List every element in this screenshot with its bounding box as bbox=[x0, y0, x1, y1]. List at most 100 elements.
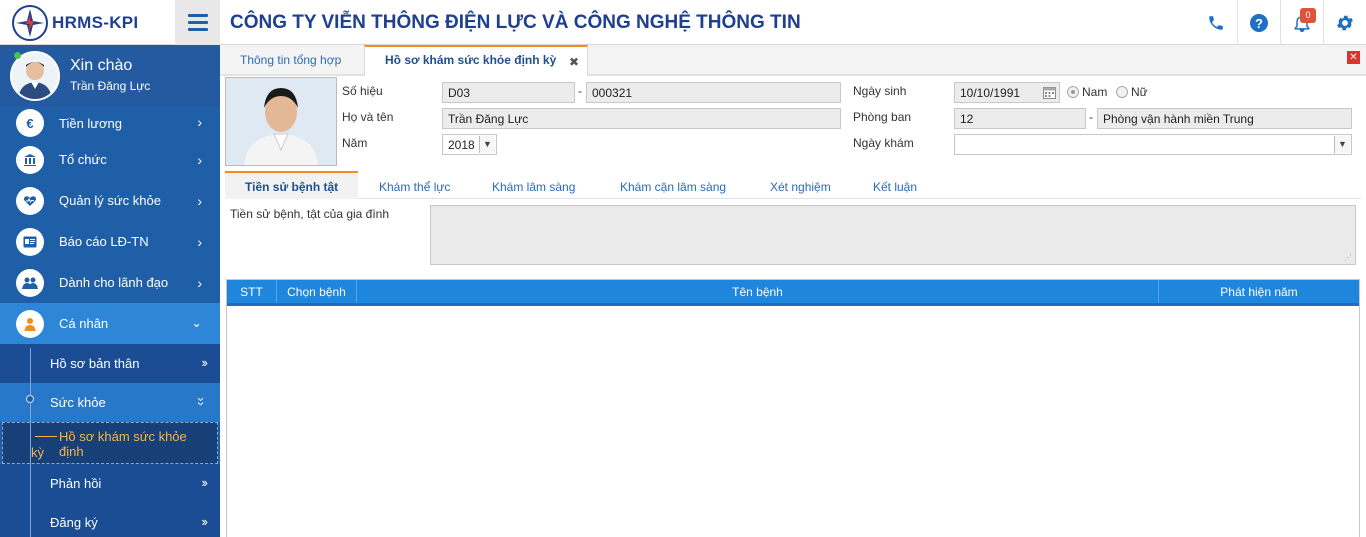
top-bar: HRMS-KPI CÔNG TY VIỄN THÔNG ĐIỆN LỰC VÀ … bbox=[0, 0, 1366, 45]
subtab-medical-history[interactable]: Tiền sử bệnh tật bbox=[225, 171, 359, 199]
sidebar-sub-item-label: Hồ sơ bản thân bbox=[50, 356, 140, 371]
logo[interactable]: HRMS-KPI bbox=[0, 0, 175, 45]
birthdate-value: 10/10/1991 bbox=[960, 86, 1021, 100]
tree-dot bbox=[26, 395, 34, 403]
radio-checked-icon bbox=[1067, 86, 1079, 98]
sidebar-item-label: Quản lý sức khỏe bbox=[59, 193, 161, 208]
disease-table: STT Chọn bệnh Tên bệnh Phát hiện năm bbox=[226, 279, 1360, 537]
subtab-paraclinical-exam[interactable]: Khám cận lâm sàng bbox=[620, 171, 726, 199]
chevron-right-icon: › bbox=[197, 193, 202, 209]
separator: - bbox=[578, 84, 582, 98]
sidebar-item-label: Tiền lương bbox=[59, 115, 122, 131]
so-hieu-prefix-field[interactable]: D03 bbox=[442, 82, 575, 103]
chevron-right-icon: › bbox=[197, 275, 202, 291]
column-header-disease-name[interactable]: Tên bệnh bbox=[357, 280, 1159, 303]
family-history-textarea[interactable]: ⋰ bbox=[430, 205, 1356, 265]
logo-text: HRMS-KPI bbox=[52, 12, 139, 32]
double-chevron-right-icon: ›› bbox=[201, 475, 208, 490]
sidebar-sub-item-profile[interactable]: Hồ sơ bản thân ›› bbox=[0, 344, 220, 383]
resize-grip-icon[interactable]: ⋰ bbox=[1344, 253, 1352, 262]
close-tab-icon[interactable]: ✖ bbox=[569, 55, 579, 69]
tree-line bbox=[30, 348, 31, 537]
sidebar-item-health-management[interactable]: Quản lý sức khỏe › bbox=[0, 180, 220, 221]
chevron-right-icon: › bbox=[197, 152, 202, 168]
bank-icon bbox=[16, 145, 44, 174]
sidebar-sub-item-feedback[interactable]: Phản hồi ›› bbox=[0, 464, 220, 503]
double-chevron-right-icon: ›› bbox=[201, 514, 208, 529]
chevron-down-icon: ▼ bbox=[1334, 136, 1350, 153]
chevron-right-icon: › bbox=[197, 234, 202, 250]
column-header-select[interactable]: Chọn bệnh bbox=[277, 280, 357, 303]
calendar-icon[interactable] bbox=[1043, 86, 1056, 102]
sidebar-item-salary[interactable]: € Tiền lương › bbox=[0, 107, 220, 139]
tree-connector bbox=[35, 436, 57, 437]
sidebar-item-organization[interactable]: Tổ chức › bbox=[0, 139, 220, 180]
radio-unchecked-icon bbox=[1116, 86, 1128, 98]
ngay-sinh-label: Ngày sinh bbox=[853, 84, 907, 98]
sidebar-item-leadership[interactable]: Dành cho lãnh đạo › bbox=[0, 262, 220, 303]
company-title: CÔNG TY VIỄN THÔNG ĐIỆN LỰC VÀ CÔNG NGHỆ… bbox=[230, 12, 801, 33]
sidebar-sub-item-health[interactable]: Sức khỏe ›› bbox=[0, 383, 220, 422]
sidebar: Xin chào Trần Đăng Lực € Tiền lương › Tổ… bbox=[0, 45, 220, 537]
gender-female-radio[interactable]: Nữ bbox=[1116, 85, 1148, 99]
subtab-clinical-exam[interactable]: Khám lâm sàng bbox=[492, 171, 575, 199]
notification-bell-icon[interactable]: 0 bbox=[1280, 0, 1323, 45]
nam-label: Năm bbox=[342, 136, 368, 150]
so-hieu-number-field[interactable]: 000321 bbox=[586, 82, 841, 103]
sidebar-item-label: Tổ chức bbox=[59, 152, 107, 167]
chevron-right-icon: › bbox=[197, 114, 202, 130]
department-code-field[interactable]: 12 bbox=[954, 108, 1086, 129]
sidebar-item-personal[interactable]: Cá nhân ⌄ bbox=[0, 303, 220, 344]
table-header: STT Chọn bệnh Tên bệnh Phát hiện năm bbox=[227, 280, 1359, 306]
chevron-down-icon: ⌄ bbox=[191, 315, 202, 330]
menu-toggle-button[interactable] bbox=[175, 0, 220, 45]
tab-overview[interactable]: Thông tin tổng hợp bbox=[240, 45, 341, 76]
ngay-kham-label: Ngày khám bbox=[853, 136, 914, 150]
sub-tab-bar: Tiền sử bệnh tật Khám thể lực Khám lâm s… bbox=[225, 171, 1361, 199]
sidebar-item-report[interactable]: Báo cáo LĐ-TN › bbox=[0, 221, 220, 262]
settings-gear-icon[interactable] bbox=[1323, 0, 1366, 45]
tab-bar: Thông tin tổng hợp Hồ sơ khám sức khỏe đ… bbox=[220, 45, 1366, 76]
tab-label: Hồ sơ khám sức khỏe định kỳ bbox=[385, 53, 557, 67]
double-chevron-down-icon: ›› bbox=[194, 397, 210, 406]
gender-male-radio[interactable]: Nam bbox=[1067, 85, 1107, 99]
heart-icon bbox=[16, 186, 44, 215]
sidebar-sub-item-register[interactable]: Đăng ký ›› bbox=[0, 503, 220, 537]
gender-male-label: Nam bbox=[1082, 85, 1108, 99]
sidebar-leaf-label-line2: kỳ bbox=[31, 445, 44, 460]
id-card-icon bbox=[16, 227, 44, 256]
chevron-down-icon: ▼ bbox=[479, 136, 495, 153]
phong-ban-label: Phòng ban bbox=[853, 110, 912, 124]
exam-date-select[interactable]: ▼ bbox=[954, 134, 1352, 155]
column-header-year-detected[interactable]: Phát hiện năm bbox=[1159, 280, 1359, 303]
column-header-stt[interactable]: STT bbox=[227, 280, 277, 303]
sidebar-item-label: Cá nhân bbox=[59, 316, 109, 331]
separator: - bbox=[1089, 110, 1093, 124]
ho-ten-field[interactable]: Trần Đăng Lực bbox=[442, 108, 841, 129]
euro-icon: € bbox=[16, 109, 44, 137]
help-icon[interactable]: ? bbox=[1237, 0, 1280, 45]
birthdate-field[interactable]: 10/10/1991 bbox=[954, 82, 1060, 103]
subtab-lab-test[interactable]: Xét nghiệm bbox=[770, 171, 831, 199]
sidebar-leaf-label-line1: Hồ sơ khám sức khỏe định bbox=[59, 429, 187, 459]
close-window-icon[interactable]: ✕ bbox=[1347, 51, 1360, 64]
year-select[interactable]: 2018 ▼ bbox=[442, 134, 497, 155]
sidebar-sub-item-label: Sức khỏe bbox=[50, 395, 106, 410]
greeting: Xin chào bbox=[70, 57, 133, 74]
family-history-label: Tiền sử bệnh, tật của gia đình bbox=[230, 207, 390, 221]
sidebar-sub-item-label: Phản hồi bbox=[50, 476, 102, 491]
ho-ten-label: Họ và tên bbox=[342, 110, 394, 124]
subtab-conclusion[interactable]: Kết luận bbox=[873, 171, 917, 199]
subtab-physical-exam[interactable]: Khám thể lực bbox=[379, 171, 450, 199]
sidebar-item-label: Báo cáo LĐ-TN bbox=[59, 234, 149, 249]
tab-health-record[interactable]: Hồ sơ khám sức khỏe định kỳ ✖ bbox=[364, 45, 588, 76]
employee-photo bbox=[225, 77, 337, 166]
sidebar-leaf-health-record[interactable]: Hồ sơ khám sức khỏe định kỳ bbox=[2, 422, 218, 464]
user-name: Trần Đăng Lực bbox=[70, 79, 151, 93]
person-icon bbox=[16, 309, 44, 338]
year-select-value: 2018 bbox=[448, 138, 475, 152]
phone-icon[interactable] bbox=[1194, 0, 1237, 45]
users-icon bbox=[16, 268, 44, 297]
department-name-field[interactable]: Phòng vận hành miền Trung bbox=[1097, 108, 1352, 129]
gender-female-label: Nữ bbox=[1131, 85, 1148, 99]
